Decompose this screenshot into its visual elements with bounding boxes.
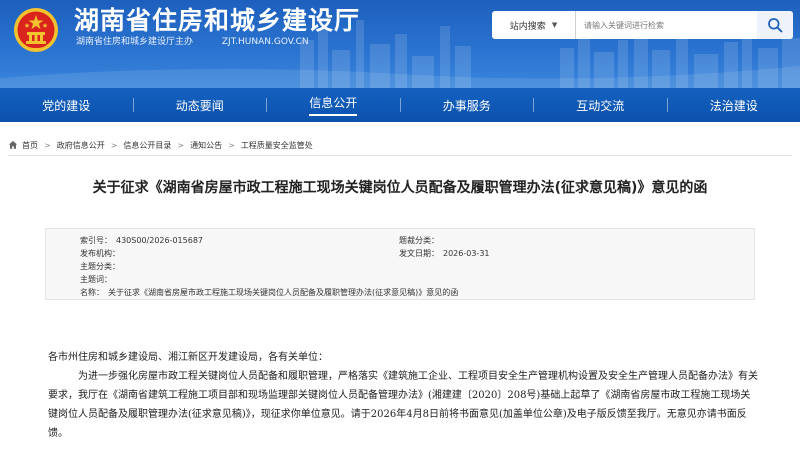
- article-meta-table: 索引号： 430S00/2026-015687 题裁分类： 发布机构： 发文日期：…: [45, 228, 755, 300]
- home-icon: [8, 140, 18, 149]
- site-sponsor: 湖南省住房和城乡建设厅主办: [76, 37, 194, 47]
- meta-keyword-label: 主题词：: [80, 275, 112, 284]
- main-nav: 党的建设 动态要闻 信息公开 办事服务 互动交流 法治建设: [0, 88, 800, 122]
- site-header: 湖南省住房和城乡建设厅 湖南省住房和城乡建设厅主办 ZJT.HUNAN.GOV.…: [0, 0, 800, 88]
- breadcrumb-home[interactable]: 首页: [22, 140, 38, 151]
- site-subtitle: 湖南省住房和城乡建设厅主办 ZJT.HUNAN.GOV.CN: [76, 36, 309, 48]
- nav-item-interaction[interactable]: 互动交流: [534, 88, 667, 122]
- nav-item-party-building[interactable]: 党的建设: [0, 88, 133, 122]
- search-input[interactable]: [576, 12, 757, 38]
- article-body: 各市州住房和城乡建设局、湘江新区开发建设局，各有关单位： 为进一步强化房屋市政工…: [48, 348, 760, 443]
- meta-date-value: 2026-03-31: [443, 249, 490, 258]
- meta-index: 索引号： 430S00/2026-015687: [80, 234, 203, 247]
- meta-theme: 主题分类：: [80, 260, 124, 273]
- meta-category-label: 题裁分类：: [399, 236, 439, 245]
- national-emblem-icon: [14, 8, 58, 52]
- search-box: 站内搜索 ▼: [492, 11, 793, 39]
- breadcrumb-separator: >: [228, 140, 235, 150]
- breadcrumb-notices[interactable]: 通知公告: [190, 140, 222, 151]
- nav-item-news[interactable]: 动态要闻: [134, 88, 267, 122]
- meta-row: 索引号： 430S00/2026-015687 题裁分类：: [46, 234, 756, 247]
- article-title: 关于征求《湖南省房屋市政工程施工现场关键岗位人员配备及履职管理办法(征求意见稿)…: [92, 180, 708, 196]
- meta-row: 主题分类：: [46, 260, 756, 273]
- nav-item-info-disclosure[interactable]: 信息公开: [267, 88, 400, 122]
- meta-index-label: 索引号：: [80, 236, 112, 245]
- breadcrumb-separator: >: [177, 140, 185, 150]
- search-button[interactable]: [757, 11, 793, 39]
- meta-date-label: 发文日期：: [399, 249, 439, 258]
- meta-row: 主题词：: [46, 273, 756, 286]
- nav-item-label: 动态要闻: [175, 98, 224, 113]
- meta-keyword: 主题词：: [80, 273, 116, 286]
- meta-row: 发布机构： 发文日期： 2026-03-31: [46, 247, 756, 260]
- meta-issuer-label: 发布机构：: [80, 249, 120, 258]
- nav-item-label: 办事服务: [442, 98, 491, 113]
- breadcrumb-info-catalog[interactable]: 信息公开目录: [123, 140, 171, 151]
- nav-item-label: 法治建设: [709, 98, 758, 113]
- site-domain: ZJT.HUNAN.GOV.CN: [221, 37, 309, 47]
- search-scope-label: 站内搜索: [509, 21, 546, 32]
- nav-item-label: 信息公开: [309, 94, 358, 116]
- breadcrumb-separator: >: [44, 140, 51, 150]
- meta-index-value: 430S00/2026-015687: [116, 236, 204, 245]
- meta-name-value: 关于征求《湖南省房屋市政工程施工现场关键岗位人员配备及履职管理办法(征求意见稿)…: [108, 288, 459, 297]
- meta-name-label: 名称：: [80, 288, 104, 297]
- breadcrumb-separator: >: [110, 140, 118, 150]
- breadcrumb: 首页 > 政府信息公开 > 信息公开目录 > 通知公告 > 工程质量安全监管处: [8, 137, 792, 153]
- meta-date: 发文日期： 2026-03-31: [399, 247, 490, 260]
- nav-item-services[interactable]: 办事服务: [401, 88, 534, 122]
- search-scope-select[interactable]: 站内搜索 ▼: [492, 11, 576, 39]
- article-paragraph: 为进一步强化房屋市政工程关键岗位人员配备和履职管理，严格落实《建筑施工企业、工程…: [48, 371, 758, 439]
- breadcrumb-gov-info[interactable]: 政府信息公开: [57, 140, 105, 151]
- breadcrumb-divider: [8, 155, 792, 156]
- search-icon: [768, 18, 783, 33]
- breadcrumb-quality-safety-dept[interactable]: 工程质量安全监管处: [241, 140, 313, 151]
- nav-item-label: 党的建设: [42, 98, 91, 113]
- nav-item-rule-of-law[interactable]: 法治建设: [668, 88, 800, 122]
- article-salutation: 各市州住房和城乡建设局、湘江新区开发建设局，各有关单位：: [48, 352, 328, 363]
- site-title: 湖南省住房和城乡建设厅: [74, 6, 361, 35]
- nav-item-label: 互动交流: [576, 98, 625, 113]
- meta-theme-label: 主题分类：: [80, 262, 120, 271]
- chevron-down-icon: ▼: [551, 21, 558, 29]
- meta-category: 题裁分类：: [399, 234, 443, 247]
- meta-row: 名称： 关于征求《湖南省房屋市政工程施工现场关键岗位人员配备及履职管理办法(征求意…: [46, 286, 756, 299]
- meta-issuer: 发布机构：: [80, 247, 124, 260]
- meta-name: 名称： 关于征求《湖南省房屋市政工程施工现场关键岗位人员配备及履职管理办法(征求意…: [80, 286, 458, 299]
